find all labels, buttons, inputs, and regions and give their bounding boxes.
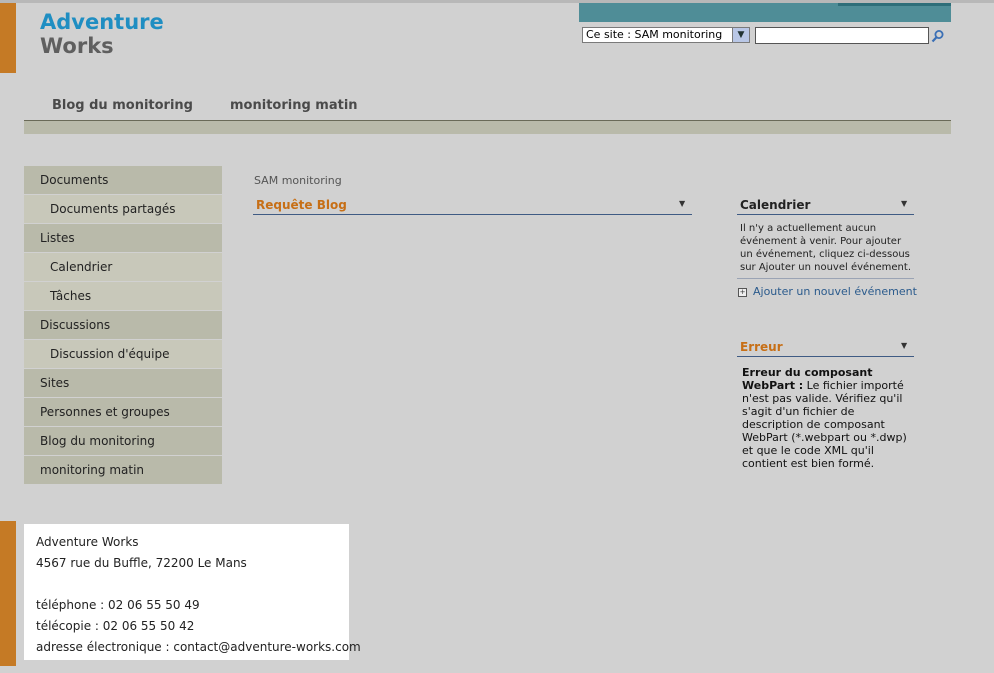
webpart-menu-icon[interactable]: ▼ <box>679 199 685 208</box>
webpart-menu-icon[interactable]: ▼ <box>901 341 907 350</box>
topnav-item-monitoring-matin[interactable]: monitoring matin <box>230 98 358 113</box>
webpart-title-underline <box>253 214 692 215</box>
sidebar-item-documents-partag-s[interactable]: Documents partagés <box>24 195 222 224</box>
webpart-title-calendar[interactable]: Calendrier <box>740 198 810 212</box>
accent-bar-bottom <box>0 521 16 666</box>
search-input[interactable] <box>755 27 929 44</box>
sidebar-item-t-ches[interactable]: Tâches <box>24 282 222 311</box>
add-event-label: Ajouter un nouvel événement <box>753 285 917 298</box>
webpart-title-underline <box>737 356 914 357</box>
quick-launch: Documents Documents partagés Listes Calendr… <box>24 166 222 485</box>
header-band <box>579 3 951 22</box>
footer-company: Adventure Works <box>36 535 139 549</box>
sidebar-item-calendrier[interactable]: Calendrier <box>24 253 222 282</box>
error-body: Le fichier importé n'est pas valide. Vér… <box>742 379 907 470</box>
footer-contact: Adventure Works 4567 rue du Buffle, 7220… <box>24 524 361 660</box>
search-scope-value: Ce site : SAM monitoring <box>586 28 723 41</box>
sidebar-item-monitoring-matin[interactable]: monitoring matin <box>24 456 222 485</box>
sidebar-item-listes[interactable]: Listes <box>24 224 222 253</box>
error-message: Erreur du composant WebPart : Le fichier… <box>742 366 914 470</box>
accent-bar-top <box>0 3 16 73</box>
footer-fax: télécopie : 02 06 55 50 42 <box>36 619 195 633</box>
webpart-menu-icon[interactable]: ▼ <box>901 199 907 208</box>
sidebar-item-discussion-d-quipe[interactable]: Discussion d'équipe <box>24 340 222 369</box>
sidebar-item-personnes-et-groupes[interactable]: Personnes et groupes <box>24 398 222 427</box>
logo-line1: Adventure <box>40 10 164 34</box>
sidebar-item-discussions[interactable]: Discussions <box>24 311 222 340</box>
site-logo[interactable]: Adventure Works <box>40 10 164 58</box>
sidebar-item-blog-du-monitoring[interactable]: Blog du monitoring <box>24 427 222 456</box>
nav-band <box>24 121 951 134</box>
sidebar-item-documents[interactable]: Documents <box>24 166 222 195</box>
footer-email[interactable]: adresse électronique : contact@adventure… <box>36 640 361 654</box>
breadcrumb[interactable]: SAM monitoring <box>254 174 342 187</box>
chevron-down-icon[interactable]: ▼ <box>732 28 749 42</box>
footer-phone: téléphone : 02 06 55 50 49 <box>36 598 200 612</box>
webpart-title-blog-query[interactable]: Requête Blog <box>256 198 347 212</box>
footer-address: 4567 rue du Buffle, 72200 Le Mans <box>36 556 247 570</box>
topnav-item-blog[interactable]: Blog du monitoring <box>52 98 193 113</box>
sidebar-item-sites[interactable]: Sites <box>24 369 222 398</box>
search-icon[interactable] <box>931 28 945 43</box>
webpart-title-underline <box>737 214 914 215</box>
search-scope-select[interactable]: Ce site : SAM monitoring ▼ <box>582 27 750 43</box>
calendar-empty-text: Il n'y a actuellement aucun événement à … <box>740 223 911 273</box>
logo-line2: Works <box>40 34 114 58</box>
calendar-divider <box>737 278 914 279</box>
webpart-title-error[interactable]: Erreur <box>740 340 783 354</box>
add-icon: + <box>738 288 747 297</box>
add-event-link[interactable]: + Ajouter un nouvel événement <box>738 283 918 301</box>
